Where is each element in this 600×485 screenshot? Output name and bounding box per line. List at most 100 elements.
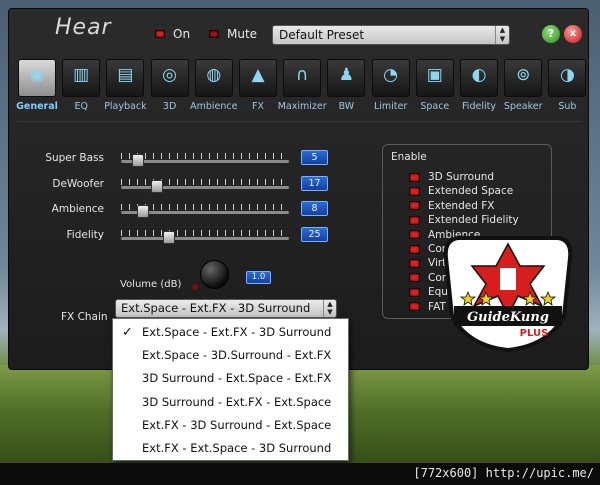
checkmark-icon: ✓ [122, 325, 133, 340]
slider-thumb[interactable] [163, 230, 176, 244]
spectrum-icon: ▤ [117, 65, 134, 85]
guidekung-logo: GuideKung PLUS [438, 228, 578, 353]
logo-subtext: PLUS [520, 328, 549, 339]
enable-led-icon[interactable] [409, 244, 420, 254]
mute-led-icon [209, 30, 219, 38]
fx-chain-dropdown-list: ✓ Ext.Space - Ext.FX - 3D Surround Ext.Spa… [112, 318, 349, 461]
slider-rail [121, 160, 289, 163]
slider-super-bass: Super Bass 5 [29, 149, 339, 171]
fx-chain-option-label: Ext.FX - 3D Surround - Ext.Space [142, 417, 332, 432]
joystick-icon: ♟ [338, 65, 355, 85]
subwoofer-icon: ◑ [559, 65, 575, 85]
enable-led-icon[interactable] [409, 172, 420, 182]
slider-ticks [121, 153, 289, 159]
slider-value: 25 [301, 226, 328, 242]
close-button[interactable]: x [564, 25, 582, 43]
mute-toggle[interactable]: Mute [209, 27, 257, 41]
slider-track[interactable] [121, 153, 289, 167]
slider-rail [121, 185, 289, 189]
slider-label: Fidelity [66, 228, 104, 241]
slider-label: Super Bass [45, 152, 104, 164]
on-label: On [173, 27, 191, 41]
enable-led-icon[interactable] [409, 201, 420, 211]
volume-value: 1.0 [246, 271, 271, 284]
slider-fidelity: Fidelity 25 [29, 226, 339, 248]
enable-led-icon[interactable] [409, 258, 420, 268]
fx-chain-option-label: Ext.FX - Ext.Space - 3D Surround [142, 441, 332, 455]
fx-chain-option[interactable]: Ext.FX - Ext.Space - 3D Surround [113, 437, 348, 460]
fx-chain-updown-icon[interactable]: ▲ ▼ [323, 300, 336, 317]
enable-item-label: Extended Space [428, 185, 514, 198]
slider-track[interactable] [121, 178, 289, 193]
volume-label: Volume (dB) [120, 279, 182, 290]
volume-indicator-dot [192, 284, 198, 290]
fx-chain-option-label: Ext.Space - Ext.FX - 3D Surround [142, 325, 332, 339]
enable-led-icon[interactable] [409, 273, 420, 283]
slider-label: DeWoofer [52, 177, 104, 190]
equalizer-icon: ▥ [73, 65, 90, 85]
fx-chain-option[interactable]: 3D Surround - Ext.Space - Ext.FX [113, 367, 348, 390]
slider-rail [121, 236, 289, 240]
tab-label: Sub [558, 101, 577, 112]
volume-knob[interactable] [200, 260, 229, 289]
logo-text: GuideKung [467, 310, 549, 325]
enable-led-icon[interactable] [409, 186, 420, 196]
ambience-speaker-icon: ◍ [206, 65, 222, 85]
enable-item[interactable]: Extended Fidelity [409, 213, 519, 227]
slider-thumb[interactable] [131, 154, 144, 167]
enable-title: Enable [391, 151, 427, 163]
enable-item-label: Extended FX [428, 199, 495, 212]
slider-thumb[interactable] [136, 205, 149, 218]
slider-value: 5 [301, 150, 328, 165]
headphones-icon: ∩ [295, 65, 309, 85]
panel-divider [17, 121, 580, 122]
slider-thumb[interactable] [150, 179, 163, 193]
meter-icon: ◔ [383, 65, 399, 85]
fx-chain-option[interactable]: Ext.Space - 3D.Surround - Ext.FX [113, 344, 348, 367]
slider-value: 17 [301, 175, 328, 191]
enable-led-icon[interactable] [409, 215, 420, 225]
titlebar: Hear On Mute Default Preset ▲ ▼ ? x [9, 9, 588, 55]
enable-led-icon[interactable] [409, 302, 420, 312]
mute-label: Mute [227, 27, 258, 41]
enable-item[interactable]: Extended FX [409, 199, 494, 213]
fx-chain-option-label: Ext.Space - 3D.Surround - Ext.FX [142, 348, 332, 363]
enable-item[interactable]: 3D Surround [409, 170, 494, 184]
slider-track[interactable] [121, 204, 289, 218]
enable-led-icon[interactable] [409, 287, 420, 297]
slider-track[interactable] [121, 229, 289, 244]
enable-item-label: 3D Surround [428, 171, 495, 183]
tab-sub[interactable]: ◑ Sub [545, 57, 589, 119]
speaker-icon: ◉ [29, 65, 45, 85]
footer-watermark: [772x600] http://upic.me/ [0, 463, 600, 485]
enable-item[interactable]: Extended Space [409, 184, 513, 198]
slider-ticks [121, 178, 289, 185]
preset-select[interactable]: Default Preset ▲ ▼ [272, 25, 510, 45]
fx-chain-option-label: 3D Surround - Ext.Space - Ext.FX [142, 371, 332, 386]
fidelity-speaker-icon: ◐ [471, 65, 487, 85]
help-button[interactable]: ? [542, 25, 560, 43]
slider-ticks [121, 229, 289, 236]
fx-chain-option-label: 3D Surround - Ext.FX - Ext.Space [142, 394, 332, 409]
enable-item-label: Extended Fidelity [428, 214, 519, 227]
speakers-grid-icon: ◎ [162, 65, 178, 85]
slider-dewoofer: DeWoofer 17 [29, 175, 339, 197]
app-title: Hear [55, 15, 112, 40]
preset-updown-icon[interactable]: ▲ ▼ [495, 26, 509, 44]
preset-value: Default Preset [279, 28, 365, 42]
enable-led-icon[interactable] [409, 230, 420, 240]
fx-chain-option[interactable]: ✓ Ext.Space - Ext.FX - 3D Surround [113, 321, 348, 344]
fx-chain-option[interactable]: 3D Surround - Ext.FX - Ext.Space [113, 391, 348, 414]
fx-chain-option[interactable]: Ext.FX - 3D Surround - Ext.Space [113, 414, 348, 437]
fx-chain-select[interactable]: Ext.Space - Ext.FX - 3D Surround ▲ ▼ [115, 299, 337, 318]
on-toggle[interactable]: On [155, 27, 190, 41]
slider-value: 8 [301, 201, 328, 216]
fx-chain-selected: Ext.Space - Ext.FX - 3D Surround [121, 301, 311, 315]
fx-cone-icon: ▲ [251, 65, 265, 85]
space-cube-icon: ▣ [426, 65, 443, 85]
on-led-icon [155, 30, 165, 38]
slider-label: Ambience [51, 203, 104, 215]
turntable-icon: ⊚ [516, 65, 531, 85]
slider-ambience: Ambience 8 [29, 200, 339, 222]
tab-strip: ◉ General ▥ EQ ▤ Playback ◎ 3D ◍ Ambience ▲ FX ∩ Maxi… [15, 57, 587, 119]
